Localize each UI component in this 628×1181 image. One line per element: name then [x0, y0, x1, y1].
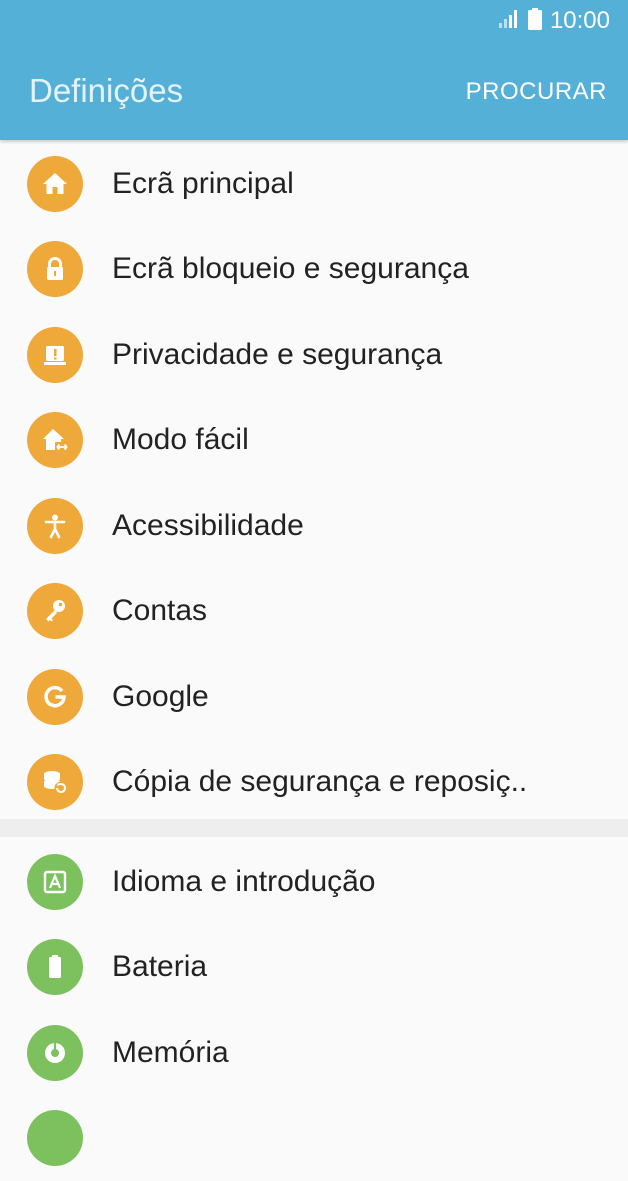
home-icon: [27, 156, 83, 212]
list-item-lock-screen[interactable]: Ecrã bloqueio e segurança: [0, 227, 628, 313]
list-item-label: Ecrã bloqueio e segurança: [112, 252, 469, 286]
list-item-label: Modo fácil: [112, 423, 249, 457]
section-divider: [0, 819, 628, 837]
list-item-label: Google: [112, 680, 209, 714]
list-item-label: Acessibilidade: [112, 509, 304, 543]
settings-list-section-one: Ecrã principal Ecrã bloqueio e segurança…: [0, 141, 628, 825]
signal-icon: [498, 9, 520, 34]
list-item-accessibility[interactable]: Acessibilidade: [0, 483, 628, 569]
status-bar: 10:00: [0, 0, 628, 42]
page-title: Definições: [29, 72, 183, 110]
list-item-label: Privacidade e segurança: [112, 338, 442, 372]
language-icon: [27, 854, 83, 910]
list-item-label: Contas: [112, 594, 207, 628]
settings-list-section-two: Idioma e introdução Bateria Memória: [0, 839, 628, 1181]
list-item-storage[interactable]: Memória: [0, 1010, 628, 1096]
list-item-partial[interactable]: [0, 1096, 628, 1181]
status-time: 10:00: [550, 7, 610, 35]
accessibility-icon: [27, 498, 83, 554]
easy-mode-icon: [27, 412, 83, 468]
list-item-label: Cópia de segurança e reposiç..: [112, 765, 527, 799]
battery-icon: [528, 8, 542, 35]
search-button[interactable]: PROCURAR: [466, 78, 607, 106]
google-icon: [27, 669, 83, 725]
list-item-label: Idioma e introdução: [112, 865, 376, 899]
list-item-icon: [27, 1110, 83, 1166]
app-bar: Definições PROCURAR: [0, 42, 628, 140]
privacy-icon: [27, 327, 83, 383]
status-indicators: 10:00: [498, 7, 610, 35]
list-item-battery[interactable]: Bateria: [0, 925, 628, 1011]
list-item-backup[interactable]: Cópia de segurança e reposiç..: [0, 740, 628, 826]
list-item-label: Bateria: [112, 950, 207, 984]
list-item-home-screen[interactable]: Ecrã principal: [0, 141, 628, 227]
list-item-privacy[interactable]: Privacidade e segurança: [0, 312, 628, 398]
key-icon: [27, 583, 83, 639]
list-item-easy-mode[interactable]: Modo fácil: [0, 398, 628, 484]
list-item-accounts[interactable]: Contas: [0, 569, 628, 655]
battery-settings-icon: [27, 939, 83, 995]
list-item-google[interactable]: Google: [0, 654, 628, 740]
backup-icon: [27, 754, 83, 810]
lock-icon: [27, 241, 83, 297]
list-item-language[interactable]: Idioma e introdução: [0, 839, 628, 925]
list-item-label: Ecrã principal: [112, 167, 294, 201]
list-item-label: Memória: [112, 1036, 229, 1070]
storage-icon: [27, 1025, 83, 1081]
